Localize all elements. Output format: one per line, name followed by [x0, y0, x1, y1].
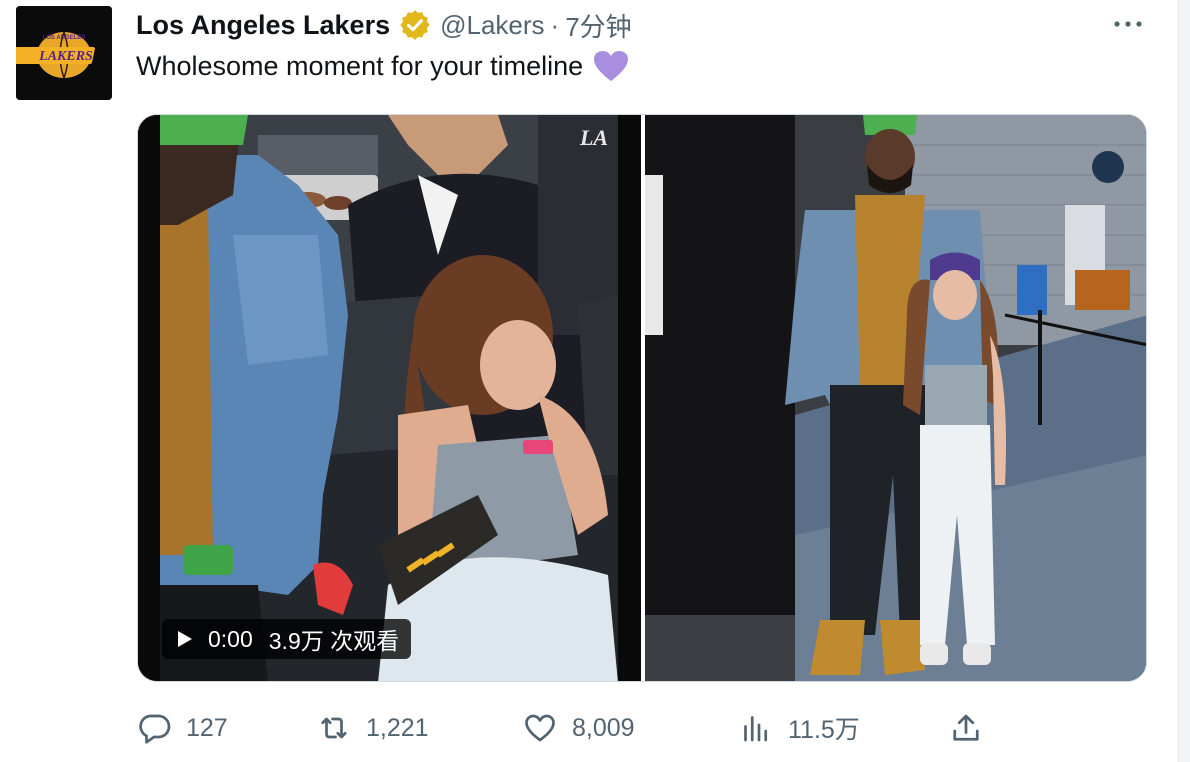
lakers-logo: LAKERS LOS ANGELES: [16, 6, 112, 100]
video-views: 3.9万 次观看: [268, 628, 400, 654]
tweet-timestamp[interactable]: 7分钟: [565, 7, 631, 44]
photo[interactable]: [645, 115, 1146, 681]
logo-text: LAKERS: [38, 49, 93, 64]
purple-heart-icon: [593, 50, 629, 82]
like-count: 8,009: [572, 713, 635, 742]
views-button[interactable]: 11.5万: [738, 706, 860, 750]
user-handle[interactable]: @Lakers: [440, 10, 544, 41]
share-button[interactable]: [948, 706, 998, 750]
heart-icon: [522, 710, 558, 746]
tweet-header: Los Angeles Lakers @Lakers · 7分钟: [136, 8, 632, 42]
logo-subtext: LOS ANGELES: [43, 35, 86, 41]
window-edge: [1178, 0, 1190, 762]
play-icon[interactable]: [174, 629, 194, 649]
profile-avatar[interactable]: LAKERS LOS ANGELES: [16, 6, 112, 100]
view-count: 11.5万: [788, 716, 860, 744]
header-separator: ·: [550, 9, 560, 40]
more-options-icon[interactable]: [1108, 12, 1148, 36]
video-info-pill[interactable]: 0:00 3.9万 次观看: [162, 619, 412, 659]
tweet-body: Wholesome moment for your timeline: [136, 50, 584, 81]
reply-count: 127: [186, 713, 228, 742]
like-button[interactable]: 8,009: [522, 706, 635, 750]
retweet-count: 1,221: [366, 713, 429, 742]
tweet-media[interactable]: LA 0:00 3.9万 次观看: [137, 114, 1147, 682]
tweet-actions: 127 1,221 8,009 11.5万: [136, 706, 996, 750]
retweet-icon: [316, 710, 352, 746]
verified-badge-icon: [398, 8, 432, 42]
analytics-icon: [738, 710, 774, 746]
video-thumbnail[interactable]: LA 0:00 3.9万 次观看: [138, 115, 641, 681]
video-duration: 0:00: [208, 625, 253, 652]
share-icon: [948, 710, 984, 746]
reply-button[interactable]: 127: [136, 706, 228, 750]
reply-icon: [136, 710, 172, 746]
tweet-text: Wholesome moment for your timeline: [136, 50, 629, 82]
corner-logo: LA: [579, 125, 608, 150]
retweet-button[interactable]: 1,221: [316, 706, 429, 750]
display-name[interactable]: Los Angeles Lakers: [136, 10, 390, 41]
